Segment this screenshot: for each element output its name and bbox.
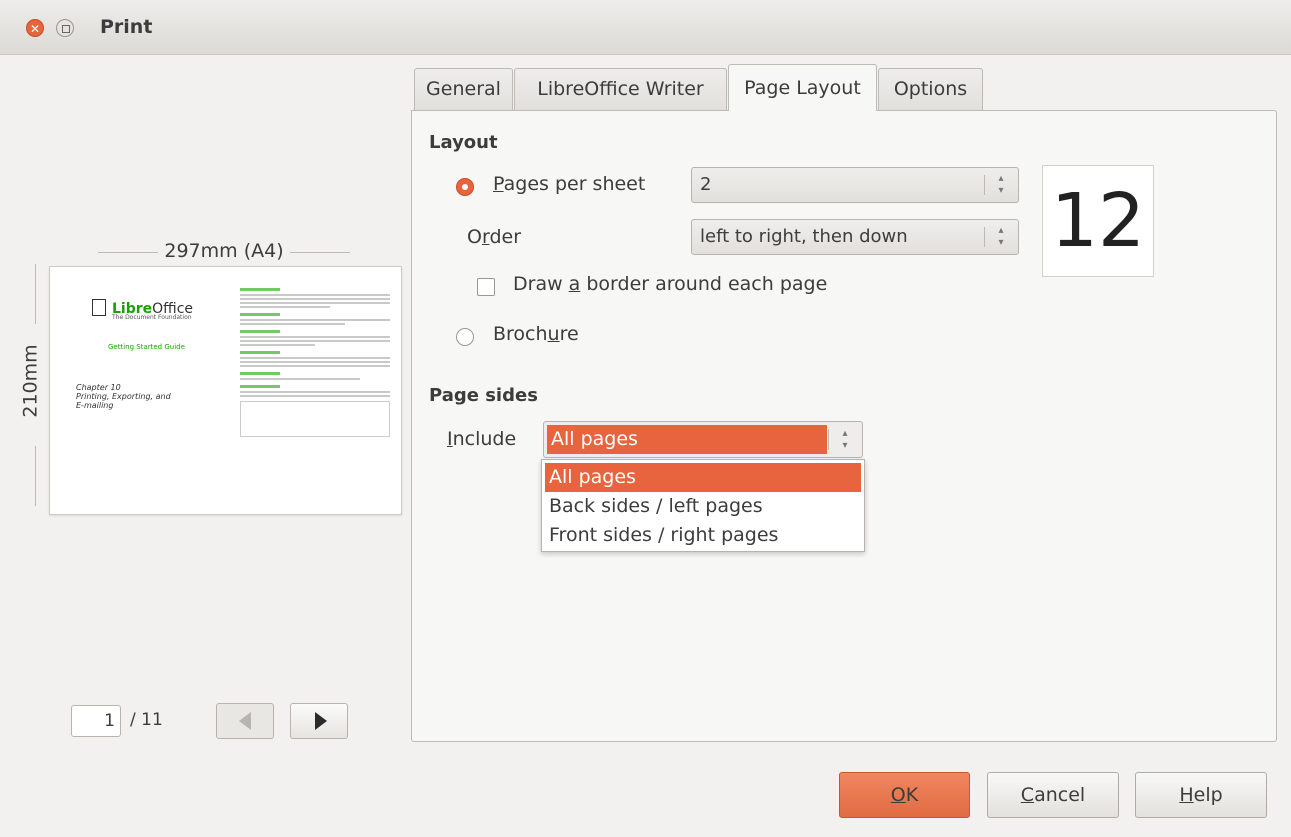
include-label: Include bbox=[447, 428, 517, 450]
page-width-indicator: 297mm (A4) bbox=[48, 240, 400, 264]
tab-libreoffice-writer[interactable]: LibreOffice Writer bbox=[514, 68, 727, 110]
pages-per-sheet-radio[interactable] bbox=[456, 178, 474, 196]
tab-general[interactable]: General bbox=[414, 68, 513, 110]
dropdown-option-back-sides[interactable]: Back sides / left pages bbox=[545, 492, 861, 521]
page-height-label: 210mm bbox=[19, 344, 42, 418]
page-sides-section-title: Page sides bbox=[429, 385, 538, 406]
page-number-input[interactable]: 1 bbox=[71, 705, 121, 737]
include-dropdown-list: All pages Back sides / left pages Front … bbox=[541, 459, 865, 552]
help-button[interactable]: Help bbox=[1135, 772, 1267, 818]
layout-preview-box: 12 bbox=[1042, 165, 1154, 277]
tab-page-layout[interactable]: Page Layout bbox=[728, 64, 877, 111]
layout-section-title: Layout bbox=[429, 132, 498, 153]
brochure-radio[interactable] bbox=[456, 328, 474, 346]
preview-guide-title: Getting Started Guide bbox=[108, 343, 185, 351]
cancel-button[interactable]: Cancel bbox=[987, 772, 1119, 818]
maximize-window-button[interactable] bbox=[56, 19, 74, 37]
brochure-label: Brochure bbox=[493, 323, 579, 345]
next-page-button[interactable] bbox=[290, 703, 348, 739]
draw-border-checkbox[interactable] bbox=[477, 278, 495, 296]
dropdown-option-all-pages[interactable]: All pages bbox=[545, 463, 861, 492]
page-height-indicator: 210mm bbox=[20, 264, 48, 506]
spin-arrows-icon: ▴ ▾ bbox=[984, 168, 1018, 202]
order-select[interactable]: left to right, then down ▴ ▾ bbox=[691, 219, 1019, 255]
preview-foundation-text: The Document Foundation bbox=[112, 314, 192, 321]
arrow-right-icon bbox=[315, 712, 327, 730]
tab-options[interactable]: Options bbox=[878, 68, 983, 110]
page-width-label: 297mm (A4) bbox=[158, 240, 290, 262]
page-total-label: / 11 bbox=[130, 710, 163, 730]
order-label: Order bbox=[467, 226, 522, 248]
preview-chapter-title: Chapter 10 Printing, Exporting, and E-ma… bbox=[76, 383, 171, 410]
arrow-left-icon bbox=[239, 712, 251, 730]
pages-per-sheet-select[interactable]: 2 ▴ ▾ bbox=[691, 167, 1019, 203]
previous-page-button[interactable] bbox=[216, 703, 274, 739]
draw-border-label: Draw a border around each page bbox=[513, 273, 828, 295]
window-title: Print bbox=[100, 16, 153, 38]
ok-button[interactable]: OK bbox=[839, 772, 970, 818]
pages-per-sheet-label: Pages per sheet bbox=[493, 173, 646, 195]
spin-arrows-icon: ▴ ▾ bbox=[828, 422, 862, 457]
preview-text-column bbox=[240, 283, 390, 437]
dropdown-option-front-sides[interactable]: Front sides / right pages bbox=[545, 521, 861, 550]
spin-arrows-icon: ▴ ▾ bbox=[984, 220, 1018, 254]
close-window-button[interactable]: ✕ bbox=[26, 19, 44, 37]
document-icon bbox=[92, 299, 106, 316]
include-select[interactable]: All pages ▴ ▾ bbox=[543, 421, 863, 458]
title-bar: ✕ Print bbox=[0, 0, 1291, 55]
include-select-value: All pages bbox=[547, 425, 827, 454]
print-preview-page: LibreOffice The Document Foundation Gett… bbox=[49, 266, 402, 515]
